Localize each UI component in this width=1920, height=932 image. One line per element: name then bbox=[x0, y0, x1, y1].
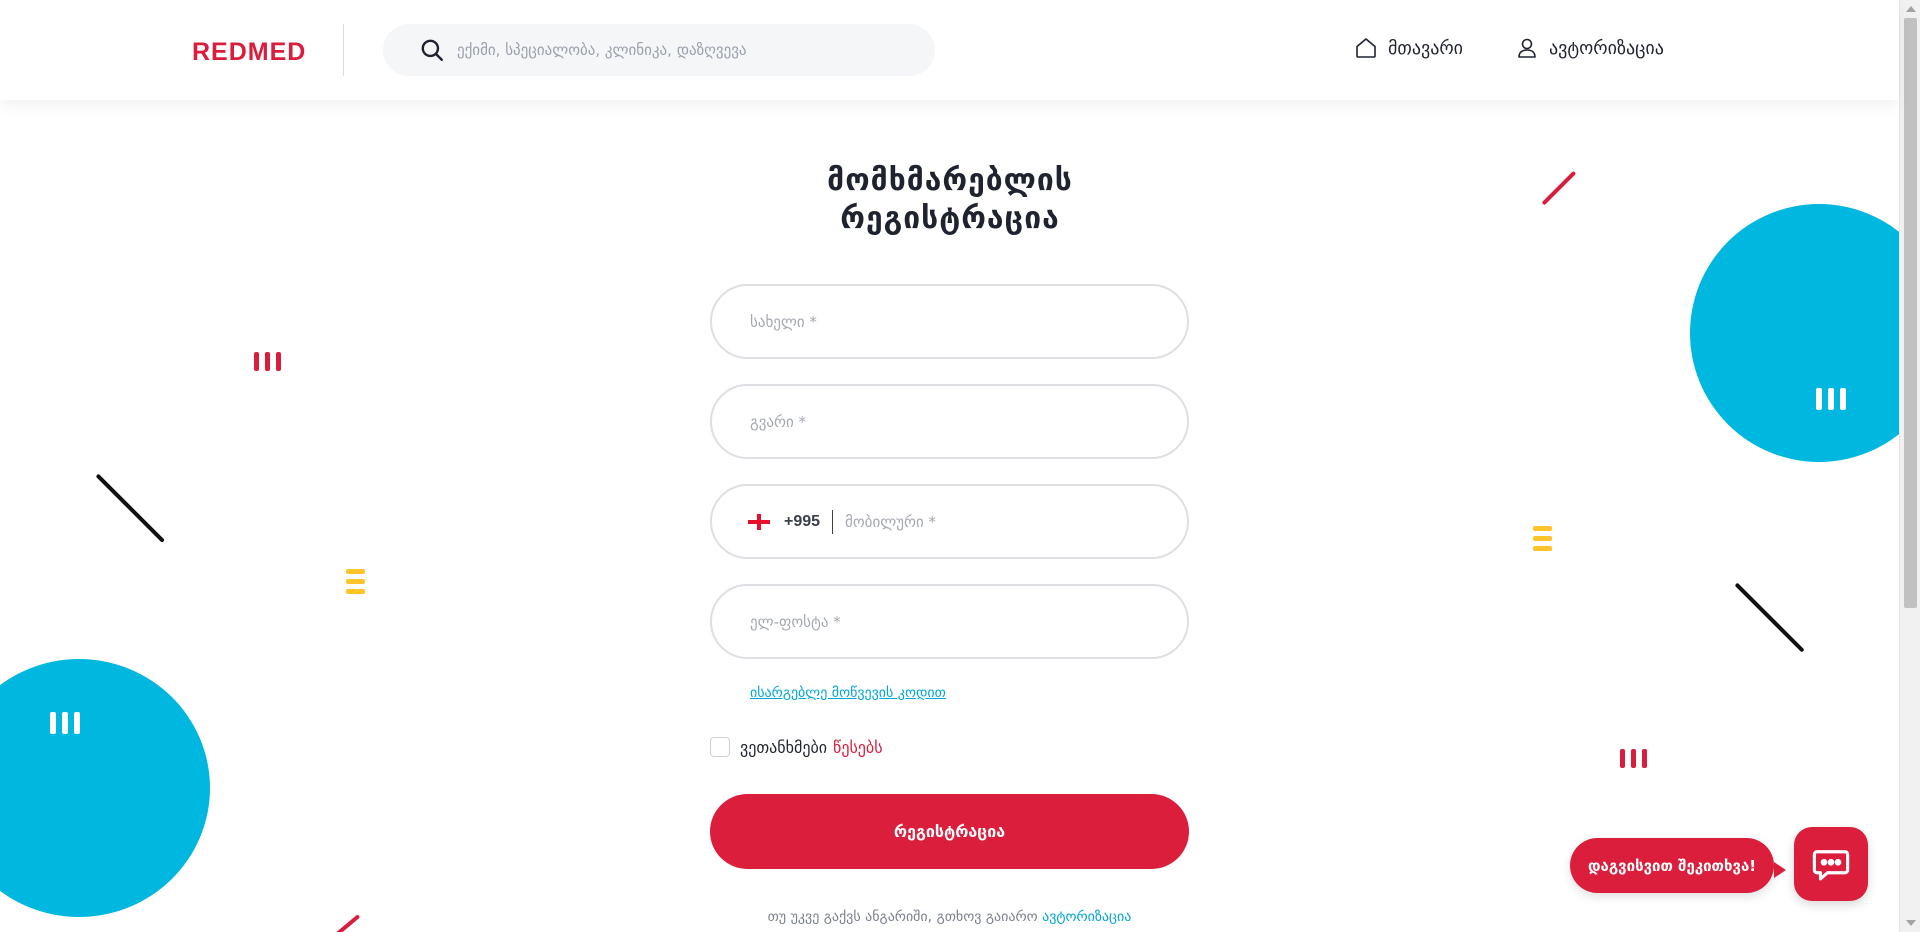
promo-code-link[interactable]: ისარგებლე მოწვევის კოდით bbox=[750, 685, 946, 701]
decoration-black-line-right bbox=[1734, 582, 1805, 653]
decoration-yellow-bars-left bbox=[346, 569, 365, 594]
email-field[interactable] bbox=[710, 584, 1189, 659]
search-icon[interactable] bbox=[419, 37, 445, 63]
rules-link[interactable]: წესებს bbox=[833, 738, 883, 757]
decoration-red-line-top-right bbox=[1541, 170, 1577, 206]
header: REDMED მთავარი ავტორიზაცია bbox=[0, 0, 1899, 100]
user-icon bbox=[1518, 38, 1536, 58]
logo[interactable]: REDMED bbox=[192, 38, 306, 67]
page-title-line2: რეგისტრაცია bbox=[840, 201, 1060, 236]
chat-bubble-tail bbox=[1774, 862, 1786, 878]
login-prompt-text: თუ უკვე გაქვს ანგარიში, გთხოვ გაიარო bbox=[767, 909, 1038, 925]
chat-button[interactable] bbox=[1794, 827, 1868, 901]
decoration-red-bars-right bbox=[1620, 749, 1647, 768]
terms-agreement: ვეთანხმები წესებს bbox=[710, 737, 883, 757]
login-prompt: თუ უკვე გაქვს ანგარიში, გთხოვ გაიარო ავტ… bbox=[710, 909, 1189, 925]
search-bar[interactable] bbox=[383, 24, 935, 76]
scroll-thumb[interactable] bbox=[1904, 18, 1917, 608]
georgia-flag-icon bbox=[748, 513, 770, 530]
nav-home-label: მთავარი bbox=[1388, 37, 1463, 59]
nav-login-label: ავტორიზაცია bbox=[1549, 37, 1664, 59]
decoration-white-bars-right bbox=[1816, 388, 1846, 410]
decoration-red-bars-left bbox=[254, 352, 281, 371]
header-divider bbox=[343, 24, 344, 76]
page-title-line1: მომხმარებლის bbox=[827, 163, 1073, 198]
first-name-input[interactable] bbox=[750, 312, 1130, 331]
chat-prompt-bubble[interactable]: დაგვისვით შეკითხვა! bbox=[1570, 838, 1775, 893]
chat-icon bbox=[1812, 850, 1850, 881]
phone-input[interactable] bbox=[845, 512, 1146, 531]
decoration-white-bars-left bbox=[50, 712, 80, 734]
decoration-red-line-bottom-left bbox=[334, 914, 361, 932]
login-link[interactable]: ავტორიზაცია bbox=[1042, 909, 1131, 925]
decoration-blue-circle-left bbox=[0, 659, 210, 917]
decoration-yellow-bars-right bbox=[1533, 526, 1552, 551]
phone-field[interactable]: +995 bbox=[710, 484, 1189, 559]
last-name-input[interactable] bbox=[750, 412, 1130, 431]
page-scrollbar[interactable] bbox=[1899, 0, 1920, 932]
search-input[interactable] bbox=[457, 41, 917, 59]
phone-code-divider bbox=[832, 509, 834, 534]
scroll-down-arrow-icon[interactable] bbox=[1906, 920, 1916, 926]
scroll-up-arrow-icon[interactable] bbox=[1906, 6, 1916, 12]
phone-country-code: +995 bbox=[784, 512, 821, 530]
decoration-black-line-left bbox=[95, 473, 165, 543]
page-title: მომხმარებლის რეგისტრაცია bbox=[760, 162, 1140, 238]
register-button[interactable]: რეგისტრაცია bbox=[710, 794, 1189, 869]
last-name-field[interactable] bbox=[710, 384, 1189, 459]
terms-label: ვეთანხმები bbox=[740, 737, 828, 757]
first-name-field[interactable] bbox=[710, 284, 1189, 359]
email-input[interactable] bbox=[750, 612, 1130, 631]
terms-checkbox[interactable] bbox=[710, 737, 730, 757]
nav-login[interactable]: ავტორიზაცია bbox=[1515, 36, 1664, 60]
nav-home[interactable]: მთავარი bbox=[1354, 36, 1463, 60]
decoration-blue-circle-right bbox=[1690, 204, 1920, 462]
home-icon bbox=[1356, 38, 1376, 58]
